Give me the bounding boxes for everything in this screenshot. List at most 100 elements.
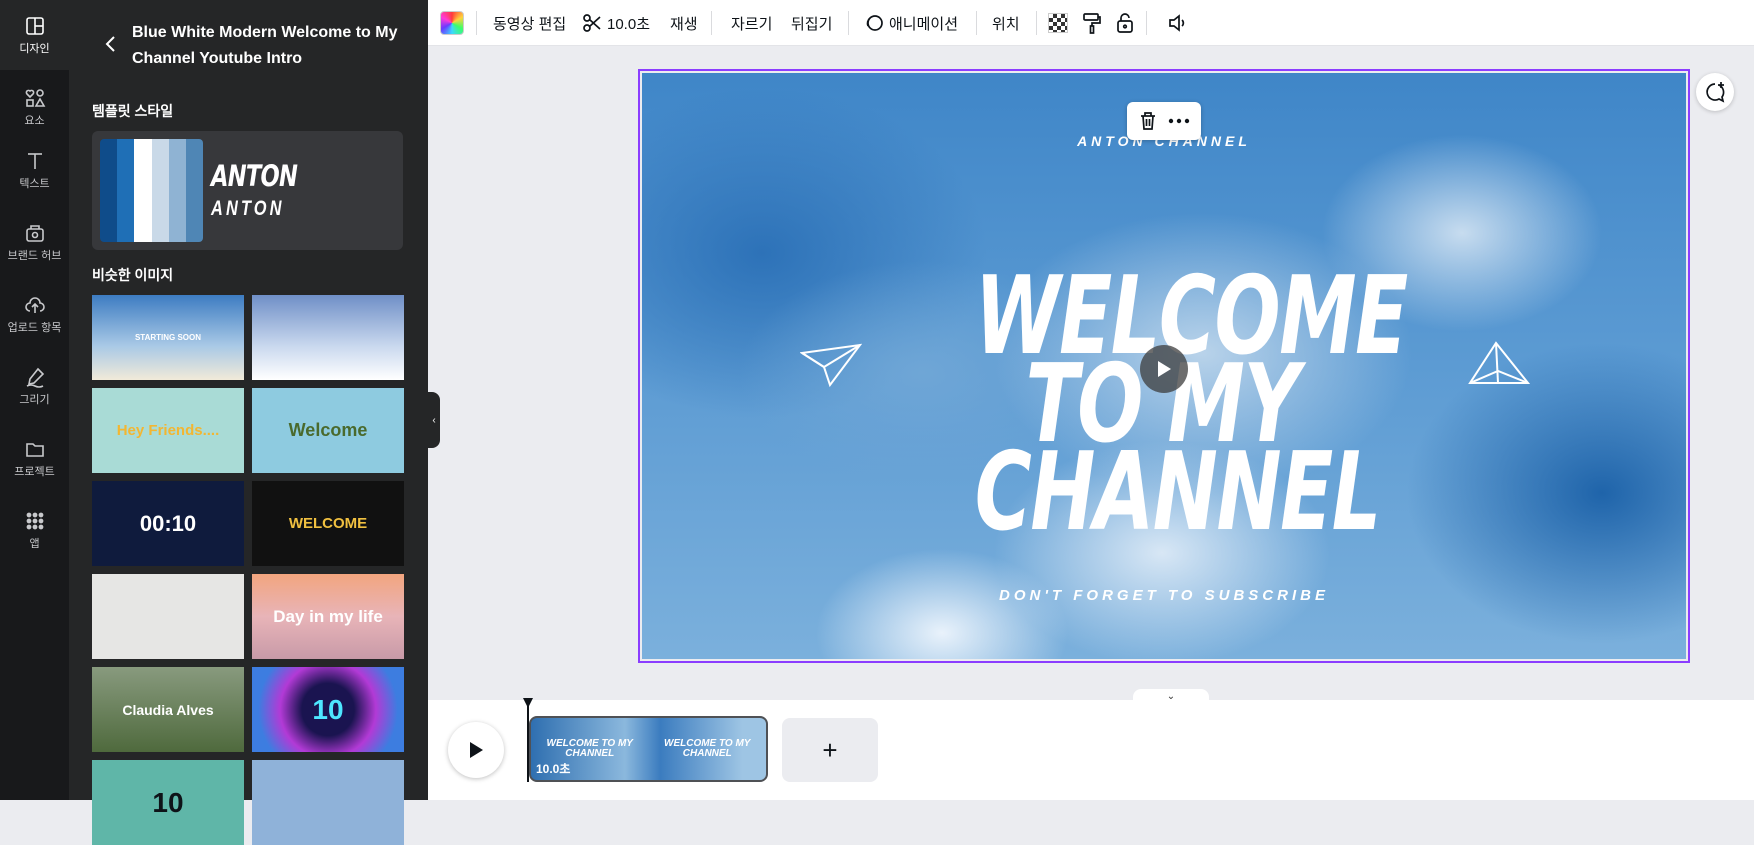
apps-grid-icon [24,510,46,532]
font-preview-body: ANTON [211,197,285,220]
lock-button[interactable] [1116,0,1134,46]
similar-image-thumb[interactable]: Welcome [252,388,404,473]
similar-image-thumb[interactable] [92,574,244,659]
rail-item-label: 프로젝트 [14,465,55,478]
add-page-button[interactable]: + [782,718,878,782]
paper-plane-left-icon[interactable] [799,341,863,394]
similar-image-thumb[interactable] [252,295,404,380]
thumb-text: Day in my life [273,606,383,626]
edit-video-button[interactable]: 동영상 편집 [493,0,566,46]
paper-plane-right-icon[interactable] [1468,341,1531,394]
similar-image-thumb[interactable]: 00:10 [92,481,244,566]
canvas-headline[interactable]: WELCOME TO MY CHANNEL [975,263,1408,547]
speaker-icon [1169,14,1185,32]
canvas-play-button[interactable] [1140,345,1188,393]
timeline-playhead[interactable] [527,700,529,782]
add-comment-button[interactable] [1696,73,1734,111]
back-chevron-icon[interactable] [103,34,117,54]
draw-icon [24,366,46,388]
panel-header: Blue White Modern Welcome to My Channel … [69,0,428,86]
palette-swatch [151,139,169,242]
rail-item-label: 디자인 [19,42,50,55]
collapse-panel-handle[interactable]: ‹ [428,392,440,448]
position-button[interactable]: 위치 [992,0,1020,46]
left-rail: 디자인요소텍스트브랜드 허브업로드 항목그리기프로젝트앱 [0,0,69,800]
similar-image-thumb[interactable]: 10 [92,760,244,845]
toolbar-divider [711,11,712,35]
rail-item-brand[interactable]: 브랜드 허브 [0,210,69,274]
palette-swatch [117,139,135,242]
animate-icon [866,15,883,31]
timeline-play-button[interactable] [448,722,504,778]
thumb-text [252,760,404,845]
copy-style-button[interactable] [1082,0,1102,46]
lock-icon [1117,13,1133,33]
animate-button[interactable]: 애니메이션 [864,0,958,46]
rail-item-label: 그리기 [19,393,50,406]
trim-button[interactable]: 10.0초 [582,0,650,46]
toolbar-divider [476,11,477,35]
upload-cloud-icon [24,294,46,316]
rail-item-label: 앱 [29,537,40,550]
play-icon [1158,361,1171,377]
similar-image-thumb[interactable]: STARTING SOON [92,295,244,380]
thumb-text [92,574,244,659]
more-options-icon[interactable] [1168,118,1190,124]
template-style-card[interactable]: ANTON ANTON [92,131,403,250]
thumb-text: 10 [152,786,184,818]
template-style-heading: 템플릿 스타일 [92,103,174,119]
palette-swatch [100,139,118,242]
layout-icon [24,15,46,37]
flip-button[interactable]: 뒤집기 [791,0,832,46]
crop-button[interactable]: 자르기 [731,0,772,46]
rail-item-text[interactable]: 텍스트 [0,138,69,202]
palette-swatch [134,139,152,242]
rail-item-label: 브랜드 허브 [7,249,62,262]
rail-item-apps-grid[interactable]: 앱 [0,498,69,562]
palette-swatch [168,139,186,242]
font-preview-heading: ANTON [211,159,298,193]
scissors-icon [583,14,601,32]
thumb-text: Claudia Alves [122,701,214,718]
top-toolbar: 동영상 편집 10.0초 재생 자르기 뒤집기 애니메이션 위치 [428,0,1754,46]
thumb-text [252,295,404,380]
design-canvas[interactable]: ANTON CHANNEL WELCOME TO MY CHANNEL DON'… [642,73,1686,659]
palette-swatch [185,139,203,242]
similar-image-thumb[interactable]: WELCOME [252,481,404,566]
toolbar-divider [1146,11,1147,35]
clip-duration: 10.0초 [536,762,571,776]
thumb-text: 00:10 [139,510,197,536]
transparency-checker-icon [1048,13,1068,33]
timeline-clip[interactable]: WELCOME TO MY CHANNEL WELCOME TO MY CHAN… [529,716,768,782]
element-context-menu [1127,102,1201,140]
volume-button[interactable] [1168,0,1190,46]
text-icon [24,150,46,172]
similar-image-thumb[interactable]: 10 [252,667,404,752]
similar-image-thumb[interactable]: Day in my life [252,574,404,659]
trash-icon[interactable] [1139,111,1157,131]
paint-roller-icon [1083,13,1101,34]
color-picker-button[interactable] [440,0,464,46]
rail-item-folder[interactable]: 프로젝트 [0,426,69,490]
rail-item-layout[interactable]: 디자인 [0,0,69,70]
rail-item-label: 요소 [24,114,45,127]
rail-item-upload-cloud[interactable]: 업로드 항목 [0,282,69,346]
toolbar-divider [976,11,977,35]
rail-item-shapes[interactable]: 요소 [0,75,69,139]
transparency-button[interactable] [1048,0,1068,46]
folder-icon [24,438,46,460]
similar-image-thumb[interactable]: Claudia Alves [92,667,244,752]
comment-plus-icon [1706,82,1725,103]
similar-image-thumb[interactable]: Hey Friends.... [92,388,244,473]
clip-thumb-2: WELCOME TO MY CHANNEL [664,738,751,759]
thumb-text: STARTING SOON [134,333,202,342]
similar-images-heading: 비슷한 이미지 [92,267,174,283]
duration-label: 10.0초 [607,15,650,33]
canvas-bottom-text[interactable]: DON'T FORGET TO SUBSCRIBE [642,587,1686,604]
play-text-button[interactable]: 재생 [670,0,698,46]
shapes-icon [24,87,46,109]
canvas-selection-frame[interactable]: ANTON CHANNEL WELCOME TO MY CHANNEL DON'… [638,69,1690,663]
similar-image-thumb[interactable] [252,760,404,845]
rail-item-draw[interactable]: 그리기 [0,354,69,418]
brand-icon [24,222,46,244]
